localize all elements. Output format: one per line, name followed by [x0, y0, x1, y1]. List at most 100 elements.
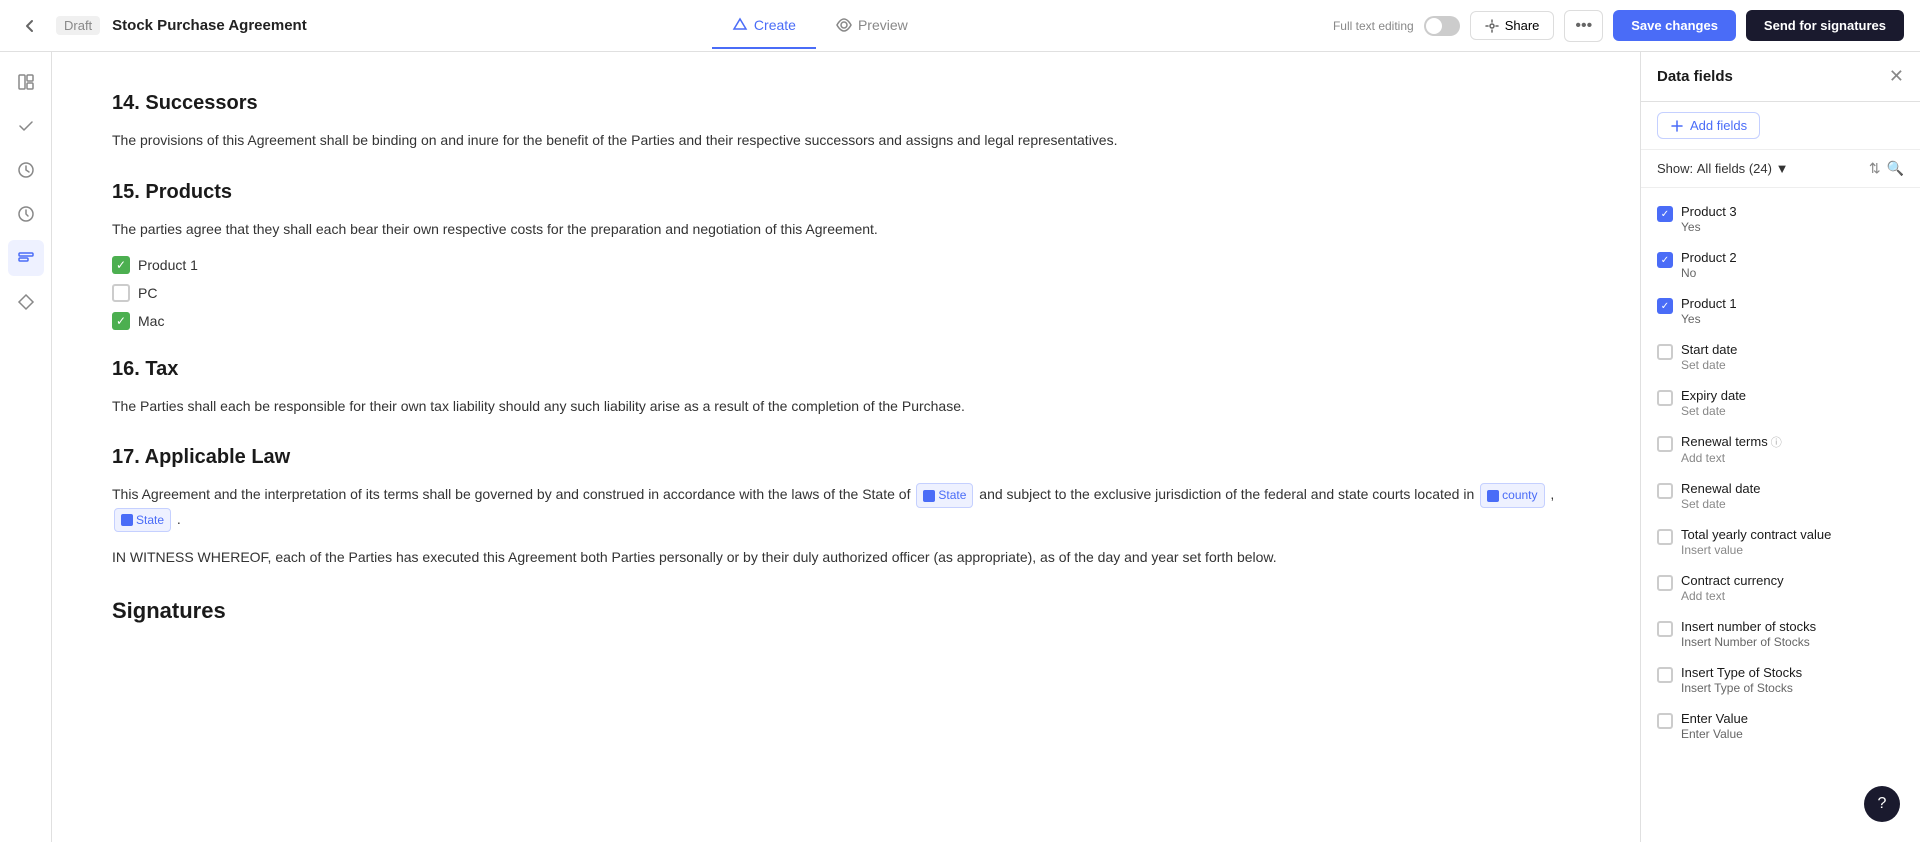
sort-icon[interactable]: ⇅ [1869, 160, 1881, 177]
field-name-start-date: Start date [1681, 342, 1904, 357]
search-icon[interactable]: 🔍 [1887, 160, 1904, 177]
sidebar-icon-clock[interactable] [8, 152, 44, 188]
panel-actions: Add fields [1641, 102, 1920, 150]
section-successors-title: 14. Successors [112, 92, 1580, 115]
panel-filter: Show: All fields (24) ▼ ⇅ 🔍 [1641, 150, 1920, 188]
field-checkbox-renewal-date[interactable] [1657, 483, 1673, 499]
field-checkbox-total-yearly[interactable] [1657, 529, 1673, 545]
field-name-enter-value: Enter Value [1681, 711, 1904, 726]
document-content: 14. Successors The provisions of this Ag… [52, 52, 1640, 842]
section-products: 15. Products The parties agree that they… [112, 181, 1580, 330]
signatures-section: Signatures [112, 598, 1580, 624]
field-chip-state2[interactable]: State [114, 508, 171, 532]
section-products-p1: The parties agree that they shall each b… [112, 218, 1580, 242]
field-checkbox-product3[interactable] [1657, 206, 1673, 222]
field-name-renewal-terms: Renewal terms ⓘ [1681, 434, 1904, 450]
checkbox-product1-label: Product 1 [138, 257, 198, 273]
field-checkbox-renewal-terms[interactable] [1657, 436, 1673, 452]
field-item-renewal-date[interactable]: Renewal dateSet date [1641, 473, 1920, 519]
section-applicable-law-p2: IN WITNESS WHEREOF, each of the Parties … [112, 546, 1580, 570]
field-item-contract-currency[interactable]: Contract currencyAdd text [1641, 565, 1920, 611]
full-text-label: Full text editing [1333, 19, 1414, 33]
section-applicable-law-title: 17. Applicable Law [112, 446, 1580, 469]
field-chip-state1[interactable]: State [916, 483, 973, 507]
sidebar-icon-fields[interactable] [8, 240, 44, 276]
field-item-insert-type-stocks[interactable]: Insert Type of StocksInsert Type of Stoc… [1641, 657, 1920, 703]
field-checkbox-insert-number-stocks[interactable] [1657, 621, 1673, 637]
field-value-renewal-date: Set date [1681, 497, 1904, 511]
more-button[interactable]: ••• [1564, 10, 1603, 42]
right-panel-header: Data fields ✕ [1641, 52, 1920, 102]
field-chip-icon2 [1487, 490, 1499, 502]
field-value-enter-value: Enter Value [1681, 727, 1904, 741]
field-value-contract-currency: Add text [1681, 589, 1904, 603]
field-item-total-yearly[interactable]: Total yearly contract valueInsert value [1641, 519, 1920, 565]
field-value-expiry-date: Set date [1681, 404, 1904, 418]
sidebar-icon-clock2[interactable] [8, 196, 44, 232]
filter-label: Show: All fields (24) ▼ [1657, 161, 1788, 176]
section-tax-p1: The Parties shall each be responsible fo… [112, 395, 1580, 419]
field-value-product3: Yes [1681, 220, 1904, 234]
tab-preview[interactable]: Preview [816, 3, 928, 49]
field-item-renewal-terms[interactable]: Renewal terms ⓘAdd text [1641, 426, 1920, 473]
field-item-product1[interactable]: Product 1Yes [1641, 288, 1920, 334]
tab-create[interactable]: Create [712, 3, 816, 49]
sidebar-icon-check[interactable] [8, 108, 44, 144]
field-checkbox-start-date[interactable] [1657, 344, 1673, 360]
full-text-toggle[interactable] [1424, 16, 1460, 36]
field-item-product2[interactable]: Product 2No [1641, 242, 1920, 288]
field-chip-icon3 [121, 514, 133, 526]
checkbox-mac-label: Mac [138, 313, 164, 329]
field-chip-icon [923, 490, 935, 502]
close-icon[interactable]: ✕ [1889, 66, 1904, 87]
sidebar-icon-diamond[interactable] [8, 284, 44, 320]
field-checkbox-expiry-date[interactable] [1657, 390, 1673, 406]
checkbox-pc-icon [112, 284, 130, 302]
draft-badge: Draft [56, 16, 100, 35]
right-panel-title: Data fields [1657, 68, 1733, 85]
field-item-start-date[interactable]: Start dateSet date [1641, 334, 1920, 380]
field-item-enter-value[interactable]: Enter ValueEnter Value [1641, 703, 1920, 749]
field-value-product2: No [1681, 266, 1904, 280]
checkbox-pc-label: PC [138, 285, 157, 301]
back-button[interactable] [16, 12, 44, 40]
section-successors-p1: The provisions of this Agreement shall b… [112, 129, 1580, 153]
checkbox-product1[interactable]: Product 1 [112, 256, 1580, 274]
section-tax-title: 16. Tax [112, 358, 1580, 381]
field-checkbox-enter-value[interactable] [1657, 713, 1673, 729]
field-name-insert-number-stocks: Insert number of stocks [1681, 619, 1904, 634]
send-button[interactable]: Send for signatures [1746, 10, 1904, 41]
header-actions: Full text editing Share ••• Save changes… [1333, 10, 1904, 42]
checkbox-mac[interactable]: Mac [112, 312, 1580, 330]
field-name-product1: Product 1 [1681, 296, 1904, 311]
field-checkbox-product2[interactable] [1657, 252, 1673, 268]
checkbox-pc[interactable]: PC [112, 284, 1580, 302]
add-fields-button[interactable]: Add fields [1657, 112, 1760, 139]
field-name-insert-type-stocks: Insert Type of Stocks [1681, 665, 1904, 680]
header: Draft Stock Purchase Agreement Create Pr… [0, 0, 1920, 52]
field-item-insert-number-stocks[interactable]: Insert number of stocksInsert Number of … [1641, 611, 1920, 657]
right-panel: Data fields ✕ Add fields Show: All field… [1640, 52, 1920, 842]
section-products-title: 15. Products [112, 181, 1580, 204]
field-name-renewal-date: Renewal date [1681, 481, 1904, 496]
field-checkbox-insert-type-stocks[interactable] [1657, 667, 1673, 683]
field-checkbox-product1[interactable] [1657, 298, 1673, 314]
save-button[interactable]: Save changes [1613, 10, 1736, 41]
field-value-insert-type-stocks: Insert Type of Stocks [1681, 681, 1904, 695]
field-chip-county[interactable]: county [1480, 483, 1544, 507]
field-value-product1: Yes [1681, 312, 1904, 326]
checkbox-mac-icon [112, 312, 130, 330]
section-successors: 14. Successors The provisions of this Ag… [112, 92, 1580, 153]
sidebar-icon-layout[interactable] [8, 64, 44, 100]
share-button[interactable]: Share [1470, 11, 1555, 40]
filter-icons: ⇅ 🔍 [1869, 160, 1904, 177]
field-checkbox-contract-currency[interactable] [1657, 575, 1673, 591]
section-tax: 16. Tax The Parties shall each be respon… [112, 358, 1580, 419]
field-item-expiry-date[interactable]: Expiry dateSet date [1641, 380, 1920, 426]
document-title: Stock Purchase Agreement [112, 17, 307, 34]
main-layout: 14. Successors The provisions of this Ag… [0, 52, 1920, 842]
field-name-expiry-date: Expiry date [1681, 388, 1904, 403]
field-value-start-date: Set date [1681, 358, 1904, 372]
field-item-product3[interactable]: Product 3Yes [1641, 196, 1920, 242]
help-button[interactable]: ? [1864, 786, 1900, 822]
